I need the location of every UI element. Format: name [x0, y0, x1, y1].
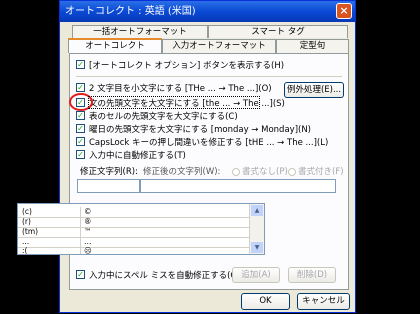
capslock-label: CapsLock キーの押し間違いを修正する [tHE ... → The ..…: [89, 138, 329, 148]
window-title: オートコレクト : 英語 (米国): [65, 6, 196, 17]
capslock-option[interactable]: ✓ CapsLock キーの押し間違いを修正する [tHE ... → The .…: [76, 137, 328, 149]
checkbox-checked[interactable]: ✓: [76, 270, 85, 279]
radio-icon: [232, 167, 240, 176]
formatted-text-radio[interactable]: 書式付き(F): [288, 166, 344, 178]
scroll-down-icon[interactable]: ▼: [251, 242, 263, 253]
autocorrect-dialog: オートコレクト : 英語 (米国) × 一括オートフォーマット スマート タグ …: [59, 0, 356, 313]
day-names-label: 曜日の先頭文字を大文字にする [monday → Monday](N): [89, 125, 311, 135]
tab-autoformat[interactable]: 一括オートフォーマット: [72, 25, 208, 38]
column-divider: [80, 227, 81, 237]
column-divider: [80, 246, 81, 254]
replace-text-option[interactable]: ✓ 入力中に自動修正する(T): [76, 150, 186, 162]
cancel-button[interactable]: キャンセル: [297, 293, 350, 310]
checkbox-checked[interactable]: ✓: [76, 83, 85, 92]
column-divider: [80, 207, 81, 217]
list-item-key: (tm): [22, 227, 39, 236]
with-input[interactable]: [140, 179, 336, 193]
show-buttons-option[interactable]: ✓ [オートコレクト オプション] ボタンを表示する(H): [76, 60, 284, 72]
replace-text-label: 入力中に自動修正する(T): [89, 151, 186, 161]
list-item-key: (c): [22, 207, 32, 216]
two-initials-label: 2 文字目を小文字にする [THe ... → The ...](O): [89, 84, 272, 94]
focus-outline: [88, 96, 260, 109]
first-letter-cell-option[interactable]: ✓ 表のセルの先頭文字を大文字にする(C): [76, 111, 238, 123]
list-item-value: ☹: [84, 246, 92, 255]
autocorrect-list[interactable]: (c) © (r) ® (tm) ™ ...… :(☹ ▲ ▼: [17, 203, 265, 255]
formatted-text-label: 書式付き(F): [298, 167, 344, 177]
list-item[interactable]: :( ☹: [18, 246, 250, 255]
divider: [76, 76, 342, 77]
close-button[interactable]: ×: [336, 3, 352, 19]
title-bar: オートコレクト : 英語 (米国) ×: [60, 1, 355, 22]
tab-smart-tags[interactable]: スマート タグ: [208, 25, 348, 38]
with-label: 修正後の文字列(W):: [143, 167, 221, 177]
spell-check-option[interactable]: ✓ 入力中にスペル ミスを自動修正する(G): [76, 270, 240, 282]
replace-input[interactable]: [77, 179, 140, 193]
list-item-value: ®: [84, 217, 92, 226]
tab-autotext[interactable]: 定型句: [276, 39, 349, 53]
list-item-value: ©: [84, 207, 92, 216]
scroll-up-icon[interactable]: ▲: [251, 205, 263, 216]
plain-text-radio[interactable]: 書式なし(P): [232, 166, 288, 178]
delete-button[interactable]: 削除(D): [288, 267, 336, 283]
exceptions-button[interactable]: 例外処理(E)...: [284, 82, 344, 98]
day-names-option[interactable]: ✓ 曜日の先頭文字を大文字にする [monday → Monday](N): [76, 124, 311, 136]
add-button[interactable]: 追加(A): [232, 267, 280, 283]
checkbox-checked[interactable]: ✓: [76, 137, 85, 146]
first-letter-cell-label: 表のセルの先頭文字を大文字にする(C): [89, 112, 238, 122]
tab-autocorrect[interactable]: オートコレクト: [68, 38, 162, 53]
two-initials-option[interactable]: ✓ 2 文字目を小文字にする [THe ... → The ...](O): [76, 83, 272, 95]
tab-autoformat-as-you-type[interactable]: 入力オートフォーマット: [162, 39, 276, 53]
checkbox-checked[interactable]: ✓: [76, 60, 85, 69]
checkbox-checked[interactable]: ✓: [76, 150, 85, 159]
replace-label: 修正文字列(R):: [80, 167, 138, 177]
checkbox-checked[interactable]: ✓: [76, 124, 85, 133]
show-buttons-label: [オートコレクト オプション] ボタンを表示する(H): [89, 61, 285, 71]
spell-check-label: 入力中にスペル ミスを自動修正する(G): [89, 271, 241, 281]
list-item-key: :(: [22, 246, 28, 255]
plain-text-label: 書式なし(P): [242, 167, 288, 177]
column-divider: [80, 217, 81, 227]
list-item-value: ™: [84, 227, 92, 236]
checkbox-checked[interactable]: ✓: [76, 111, 85, 120]
radio-icon: [288, 167, 296, 176]
ok-button[interactable]: OK: [241, 293, 290, 310]
list-item-key: (r): [22, 217, 31, 226]
list-scrollbar[interactable]: ▲ ▼: [249, 204, 264, 254]
